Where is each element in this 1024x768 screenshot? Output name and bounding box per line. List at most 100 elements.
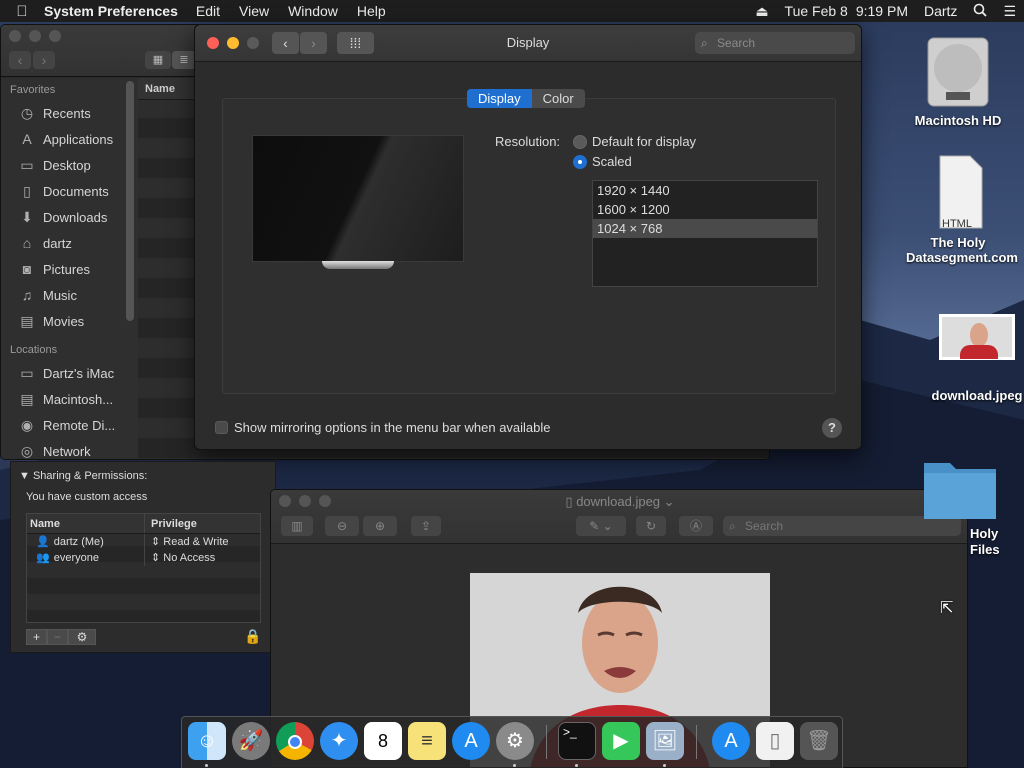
sidebar-item-movies[interactable]: ▤ Movies [1,308,138,334]
finder-close-button[interactable] [9,30,21,42]
mirroring-checkbox-row[interactable]: Show mirroring options in the menu bar w… [215,420,551,435]
desktop-icon-folder[interactable]: Holy Files [910,455,1010,558]
desktop-icon-html-file[interactable]: HTML The Holy Datasegment.com [906,152,1018,265]
dock-separator [696,725,697,759]
sidebar-item-music[interactable]: ♫ Music [1,282,138,308]
menu-user[interactable]: Dartz [924,3,957,19]
resolution-option[interactable]: 1920 × 1440 [593,181,817,200]
finder-back-button[interactable]: ‹ [9,51,31,69]
resolution-option-selected[interactable]: 1024 × 768 [593,219,817,238]
desktop-icon-download-jpeg[interactable]: download.jpeg [922,314,1024,403]
chrome-icon[interactable] [276,722,314,760]
finder-forward-button[interactable]: › [33,51,55,69]
access-text: You have custom access [26,491,148,503]
spotlight-icon[interactable] [973,3,988,20]
terminal-icon[interactable]: >_ [558,722,596,760]
camera-icon: ◙ [22,261,32,277]
music-note-icon: ♫ [21,287,33,303]
tab-control: Display Color [467,89,585,108]
column-header-privilege[interactable]: Privilege [145,514,197,533]
disc-icon: ◉ [20,416,34,433]
menu-date[interactable]: Tue Feb 8 [785,3,848,19]
tab-color[interactable]: Color [532,89,585,108]
notes-icon[interactable]: ≡ [408,722,446,760]
finder-zoom-button[interactable] [49,30,61,42]
finder-minimize-button[interactable] [29,30,41,42]
search-input[interactable]: ⌕ Search [695,32,855,54]
resolution-option[interactable]: 1600 × 1200 [593,200,817,219]
sidebar-item-remote-disc[interactable]: ◉ Remote Di... [1,412,138,438]
rotate-icon[interactable]: ↻ [636,516,666,536]
lock-icon[interactable]: 🔒 [244,628,261,645]
monitor-stand [322,261,394,269]
list-view-icon[interactable]: ≣ [172,51,196,69]
menu-edit[interactable]: Edit [196,3,220,19]
share-icon[interactable]: ⇪ [411,516,441,536]
app-menu[interactable]: System Preferences [44,3,178,19]
download-icon: ⬇ [21,208,33,225]
markup-toolbar-icon[interactable]: Ⓐ [679,516,713,536]
menu-time[interactable]: 9:19 PM [856,3,908,19]
zoom-in-icon[interactable]: ⊕ [363,516,397,536]
finder-icon[interactable]: ☺ [188,722,226,760]
help-button[interactable]: ? [822,418,842,438]
table-row[interactable]: 👤 dartz (Me) ⇕ Read & Write [27,534,260,550]
preview-title[interactable]: ▯ download.jpeg ⌄ [271,494,967,510]
apple-menu-icon[interactable]:  [0,3,44,20]
sidebar-item-recents[interactable]: ◷ Recents [1,100,138,126]
sidebar-toggle-icon[interactable]: ▥ [281,516,313,536]
column-header-name[interactable]: Name [27,514,145,533]
sidebar-item-downloads[interactable]: ⬇ Downloads [1,204,138,230]
search-icon: ⌕ [701,36,708,50]
system-preferences-icon[interactable]: ⚙ [496,722,534,760]
monitor-illustration [252,135,464,262]
mirroring-label: Show mirroring options in the menu bar w… [234,420,551,435]
launchpad-icon[interactable]: 🚀 [232,722,270,760]
zoom-out-icon[interactable]: ⊖ [325,516,359,536]
sidebar-scrollbar[interactable] [126,81,134,321]
radio-scaled[interactable]: Scaled [573,154,632,169]
sidebar-item-pictures[interactable]: ◙ Pictures [1,256,138,282]
safari-icon[interactable]: ✦ [320,722,358,760]
markup-pen-icon[interactable]: ✎ ⌄ [576,516,626,536]
sidebar-item-applications[interactable]: A Applications [1,126,138,152]
sharing-section-title[interactable]: ▼ Sharing & Permissions: [19,470,147,482]
mirroring-checkbox[interactable] [215,421,228,434]
facetime-icon[interactable]: ▶ [602,722,640,760]
menu-help[interactable]: Help [357,3,386,19]
updown-chevron-icon[interactable]: ⇕ [151,536,160,548]
notification-center-icon[interactable]: ☰ [1003,3,1016,20]
icon-view-icon[interactable]: ▦ [145,51,171,69]
globe-icon: ◎ [20,442,34,459]
sidebar-item-macintosh-hd[interactable]: ▤ Macintosh... [1,386,138,412]
image-thumbnail [939,314,1015,360]
sidebar-item-desktop[interactable]: ▭ Desktop [1,152,138,178]
desktop-icon-macintosh-hd[interactable]: Macintosh HD [906,30,1010,128]
trash-icon[interactable]: 🗑 [800,722,838,760]
sidebar-item-documents[interactable]: ▯ Documents [1,178,138,204]
remove-button[interactable]: − [47,629,68,645]
menu-window[interactable]: Window [288,3,338,19]
radio-indicator-selected[interactable] [573,154,587,169]
menu-bar:  System Preferences Edit View Window He… [0,0,1024,22]
updown-chevron-icon[interactable]: ⇕ [151,552,160,564]
sidebar-item-imac[interactable]: ▭ Dartz's iMac [1,360,138,386]
radio-indicator[interactable] [573,134,587,149]
app-store-icon[interactable]: A [452,722,490,760]
menu-view[interactable]: View [239,3,269,19]
radio-default-for-display[interactable]: Default for display [573,134,696,149]
preview-icon[interactable]: 🖼 [646,722,684,760]
clock-icon: ◷ [20,104,34,121]
folder-icon [924,463,996,519]
sidebar-item-home[interactable]: ⌂ dartz [1,230,138,256]
add-button[interactable]: + [26,629,47,645]
tab-display[interactable]: Display [467,89,532,108]
app-store-download-icon[interactable]: A [712,722,750,760]
document-icon[interactable]: ▯ [756,722,794,760]
calendar-icon[interactable]: 8 [364,722,402,760]
sidebar-item-network[interactable]: ◎ Network [1,438,138,459]
file-icon: ▯ [565,494,577,509]
table-row[interactable]: 👥 everyone ⇕ No Access [27,550,260,566]
eject-icon[interactable]: ⏏ [755,3,768,20]
gear-menu-button[interactable]: ⚙ [68,629,96,645]
